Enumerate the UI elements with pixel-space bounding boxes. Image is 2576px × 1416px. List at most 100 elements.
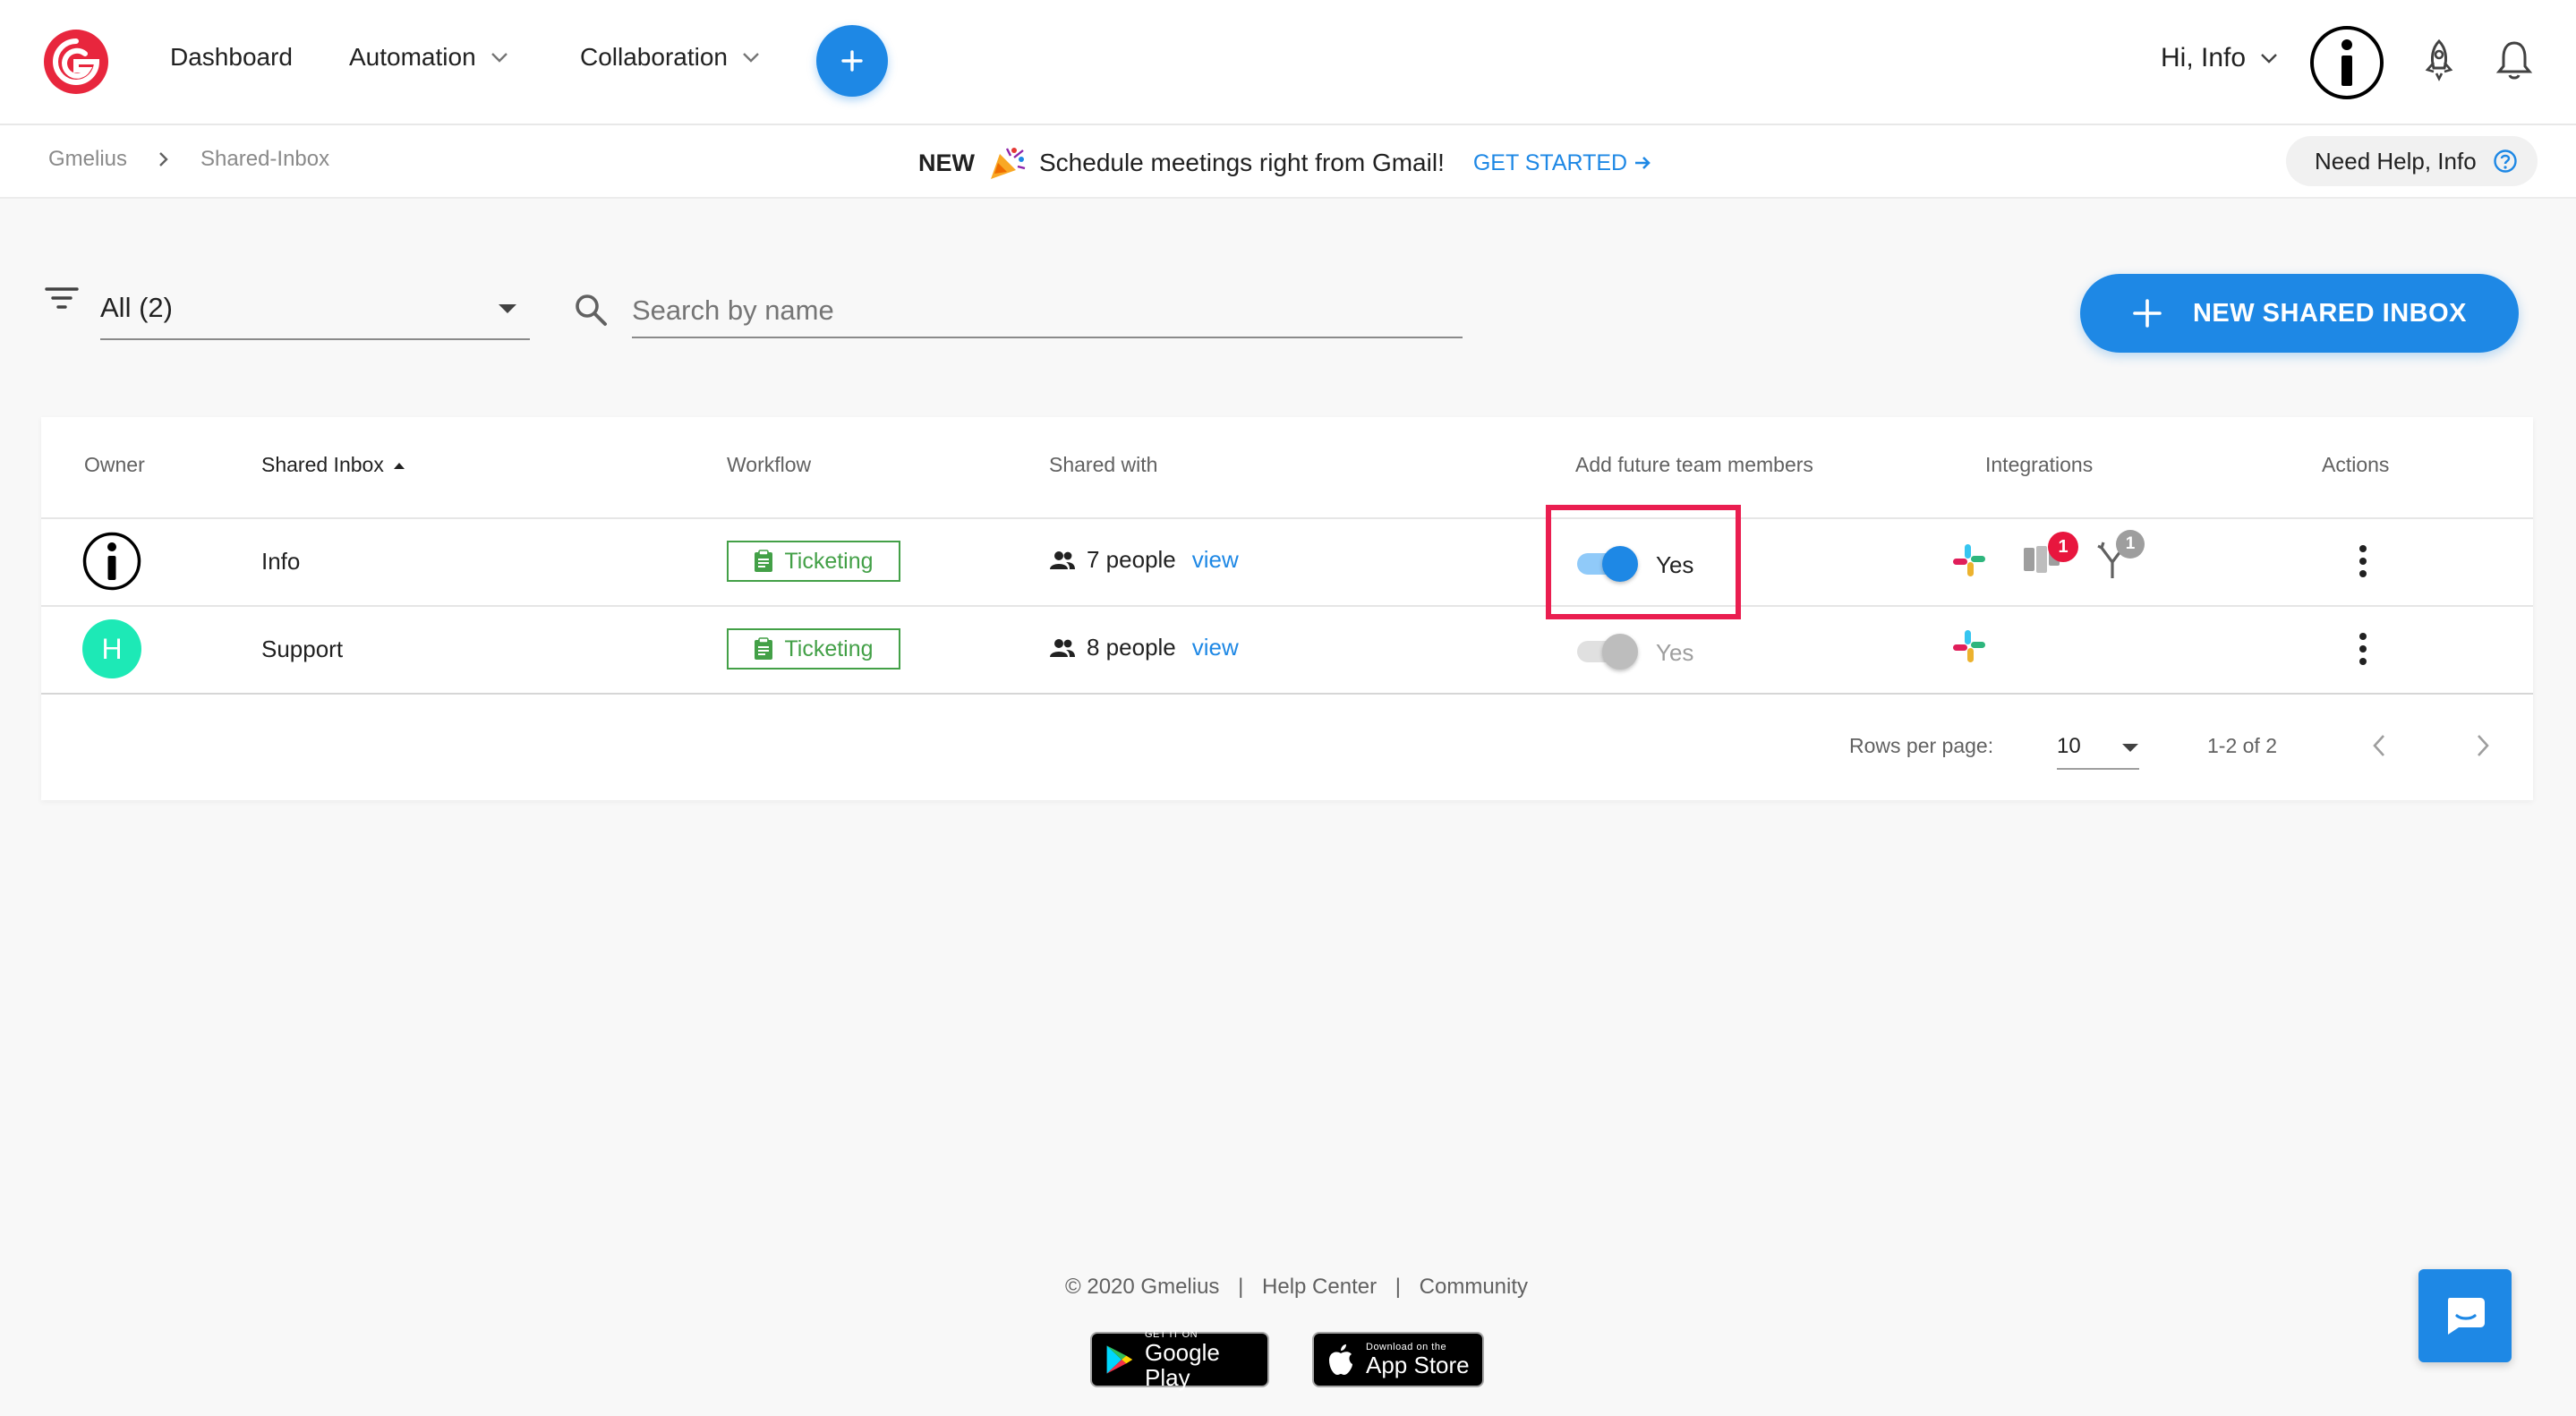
new-shared-inbox-label: NEW SHARED INBOX [2192, 298, 2468, 328]
google-play-badge[interactable]: GET IT ON Google Play [1090, 1329, 1269, 1390]
trello-integration[interactable]: 1 [2023, 532, 2080, 582]
header-integrations: Integrations [1985, 453, 2094, 476]
breadcrumb: Gmelius Shared-Inbox [48, 147, 329, 172]
more-vertical-icon[interactable] [2358, 632, 2368, 666]
clipboard-icon [755, 637, 773, 660]
sub-header-bar: Gmelius Shared-Inbox NEW Schedule meetin… [0, 125, 2576, 199]
google-play-text: GET IT ON Google Play [1145, 1329, 1255, 1390]
notification-badge: 1 [2116, 530, 2145, 559]
nav-automation[interactable]: Automation [349, 43, 510, 72]
header-shared-inbox[interactable]: Shared Inbox [261, 453, 405, 477]
filter-icon-wrap [45, 285, 79, 311]
nav-dashboard-label: Dashboard [170, 43, 293, 71]
future-members-toggle[interactable] [1577, 634, 1638, 670]
top-navigation-bar: Dashboard Automation Collaboration Hi, I… [0, 0, 2576, 125]
help-circle-icon [2493, 149, 2517, 173]
app-store-badge[interactable]: Download on the App Store [1312, 1332, 1484, 1387]
shared-with-count: 7 people [1087, 546, 1176, 573]
app-store-big: App Store [1366, 1352, 1470, 1378]
table-divider [41, 517, 2533, 519]
arrow-right-icon [1635, 157, 1651, 169]
search-icon [576, 294, 607, 326]
rows-per-page-select[interactable]: 10 [2057, 725, 2139, 770]
slack-icon[interactable] [1951, 628, 1987, 664]
footer-links: © 2020 Gmelius | Help Center | Community [1065, 1275, 1528, 1300]
nav-dashboard[interactable]: Dashboard [170, 43, 293, 72]
header-shared-inbox-label: Shared Inbox [261, 453, 384, 476]
shared-with-count: 8 people [1087, 634, 1176, 661]
workflow-chip[interactable]: Ticketing [727, 628, 900, 670]
toggle-knob [1602, 634, 1638, 670]
promo-banner: NEW Schedule meetings right from Gmail! … [918, 143, 1652, 183]
owner-avatar: H [82, 619, 141, 678]
promo-get-started-link[interactable]: GET STARTED [1473, 150, 1652, 176]
chevron-down-icon [490, 53, 508, 63]
header-workflow: Workflow [727, 453, 812, 476]
pagination-range: 1-2 of 2 [2207, 734, 2277, 757]
branch-integration[interactable]: 1 [2096, 530, 2154, 584]
promo-cta-label: GET STARTED [1472, 149, 1628, 175]
workflow-chip[interactable]: Ticketing [727, 541, 900, 582]
footer-community-link[interactable]: Community [1420, 1275, 1528, 1299]
search-input[interactable] [632, 285, 1463, 338]
header-future-members: Add future team members [1575, 453, 1813, 476]
bell-icon[interactable] [2494, 38, 2535, 82]
google-play-big: Google Play [1145, 1339, 1220, 1391]
notification-badge: 1 [2048, 532, 2078, 562]
footer-help-center-link[interactable]: Help Center [1262, 1275, 1377, 1299]
dropdown-caret-icon [2122, 744, 2138, 752]
chevron-down-icon [743, 53, 759, 63]
footer-copyright: © 2020 Gmelius [1065, 1275, 1220, 1299]
user-avatar-info-icon[interactable] [2309, 25, 2384, 100]
party-popper-icon [991, 148, 1026, 179]
chat-launcher-button[interactable] [2418, 1269, 2512, 1362]
footer-separator: | [1395, 1275, 1401, 1299]
shared-inbox-table: Owner Shared Inbox Workflow Shared with … [41, 417, 2533, 800]
gmelius-logo-icon[interactable] [43, 29, 109, 95]
header-actions: Actions [2322, 453, 2390, 476]
more-vertical-icon[interactable] [2358, 544, 2368, 578]
chevron-left-icon[interactable] [2372, 734, 2386, 757]
header-shared-with: Shared with [1049, 453, 1158, 476]
future-members-label: Yes [1656, 639, 1694, 666]
plus-icon [2133, 299, 2162, 328]
workflow-label: Ticketing [784, 635, 874, 661]
breadcrumb-root[interactable]: Gmelius [48, 147, 127, 172]
inbox-name: Support [261, 635, 344, 662]
quick-add-button[interactable] [816, 25, 888, 97]
people-icon [1050, 638, 1075, 657]
slack-icon[interactable] [1951, 542, 1987, 578]
search-box [573, 285, 1463, 338]
highlight-box [1546, 505, 1741, 619]
breadcrumb-current: Shared-Inbox [200, 147, 330, 171]
table-divider [41, 693, 2533, 695]
new-shared-inbox-button[interactable]: NEW SHARED INBOX [2080, 274, 2519, 353]
view-members-link[interactable]: view [1192, 634, 1239, 661]
sort-ascending-icon [393, 462, 405, 469]
rows-per-page-label: Rows per page: [1849, 734, 1994, 757]
shared-with-cell: 7 people view [1049, 546, 1239, 574]
google-play-icon [1106, 1345, 1133, 1374]
app-store-text: Download on the App Store [1366, 1342, 1470, 1378]
filter-icon[interactable] [45, 285, 79, 311]
shared-with-cell: 8 people view [1049, 634, 1239, 661]
user-greeting: Hi, Info [2161, 43, 2247, 73]
dropdown-caret-icon [499, 304, 516, 313]
rocket-icon[interactable] [2418, 38, 2460, 82]
promo-new-label: NEW [918, 149, 975, 176]
owner-avatar-info-icon [82, 532, 141, 591]
user-menu[interactable]: Hi, Info [2161, 43, 2280, 73]
view-members-link[interactable]: view [1192, 546, 1239, 574]
table-divider [41, 605, 2533, 607]
nav-collaboration[interactable]: Collaboration [580, 43, 762, 72]
plus-icon [841, 50, 863, 72]
clipboard-icon [755, 550, 773, 572]
need-help-button[interactable]: Need Help, Info [2286, 136, 2538, 186]
chat-bubble-icon [2448, 1298, 2485, 1335]
nav-automation-label: Automation [349, 43, 476, 71]
chevron-right-icon [159, 152, 168, 166]
need-help-label: Need Help, Info [2315, 147, 2477, 175]
chevron-down-icon [2261, 54, 2277, 64]
inbox-filter-select[interactable]: All (2) [100, 285, 530, 340]
chevron-right-icon[interactable] [2476, 734, 2490, 757]
